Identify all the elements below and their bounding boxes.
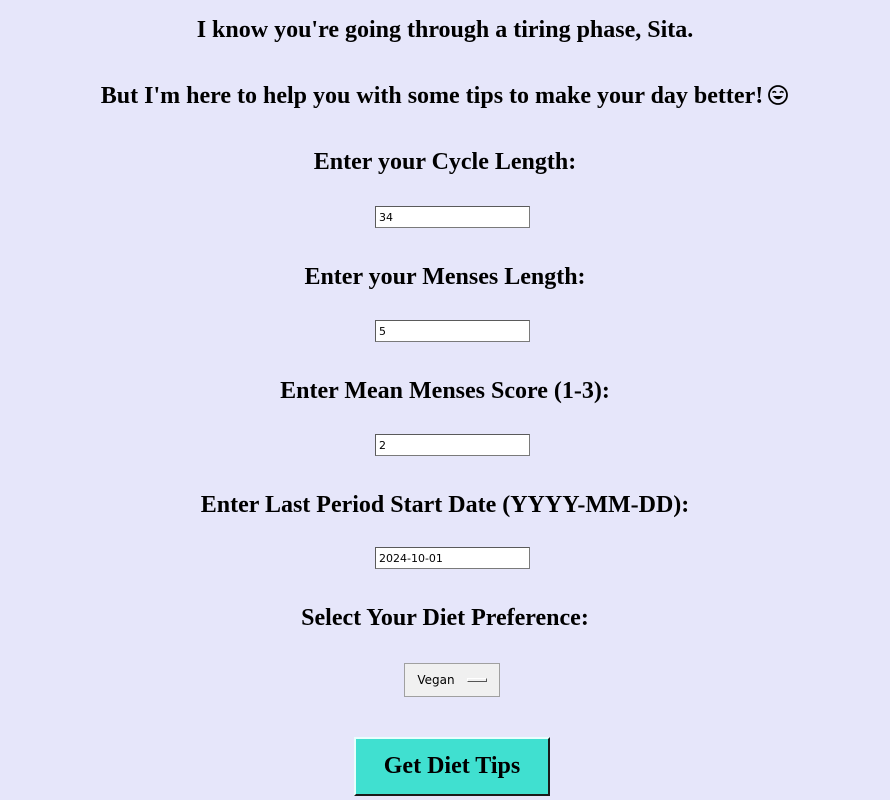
cycle-length-input[interactable] xyxy=(375,206,530,228)
get-diet-tips-button[interactable]: Get Diet Tips xyxy=(354,737,550,796)
menses-score-input[interactable] xyxy=(375,434,530,456)
greeting-label: I know you're going through a tiring pha… xyxy=(196,17,694,43)
last-period-date-input[interactable] xyxy=(375,547,530,569)
greeting-text: I know you're going through a tiring pha… xyxy=(0,16,890,44)
last-period-label: Enter Last Period Start Date (YYYY-MM-DD… xyxy=(200,492,690,518)
dropdown-indicator-icon xyxy=(466,678,487,682)
diet-preference-label: Select Your Diet Preference: xyxy=(301,605,589,631)
diet-preference-value: Vegan xyxy=(417,673,455,687)
subgreeting-label: But I'm here to help you with some tips … xyxy=(100,83,764,109)
menses-length-label: Enter your Menses Length: xyxy=(304,264,586,290)
smiling-face-icon xyxy=(768,85,789,105)
subgreeting-text: But I'm here to help you with some tips … xyxy=(0,82,890,110)
cycle-length-label: Enter your Cycle Length: xyxy=(313,149,577,175)
menses-score-label: Enter Mean Menses Score (1-3): xyxy=(280,378,610,404)
menses-length-input[interactable] xyxy=(375,320,530,342)
diet-preference-dropdown[interactable]: Vegan xyxy=(404,663,500,697)
